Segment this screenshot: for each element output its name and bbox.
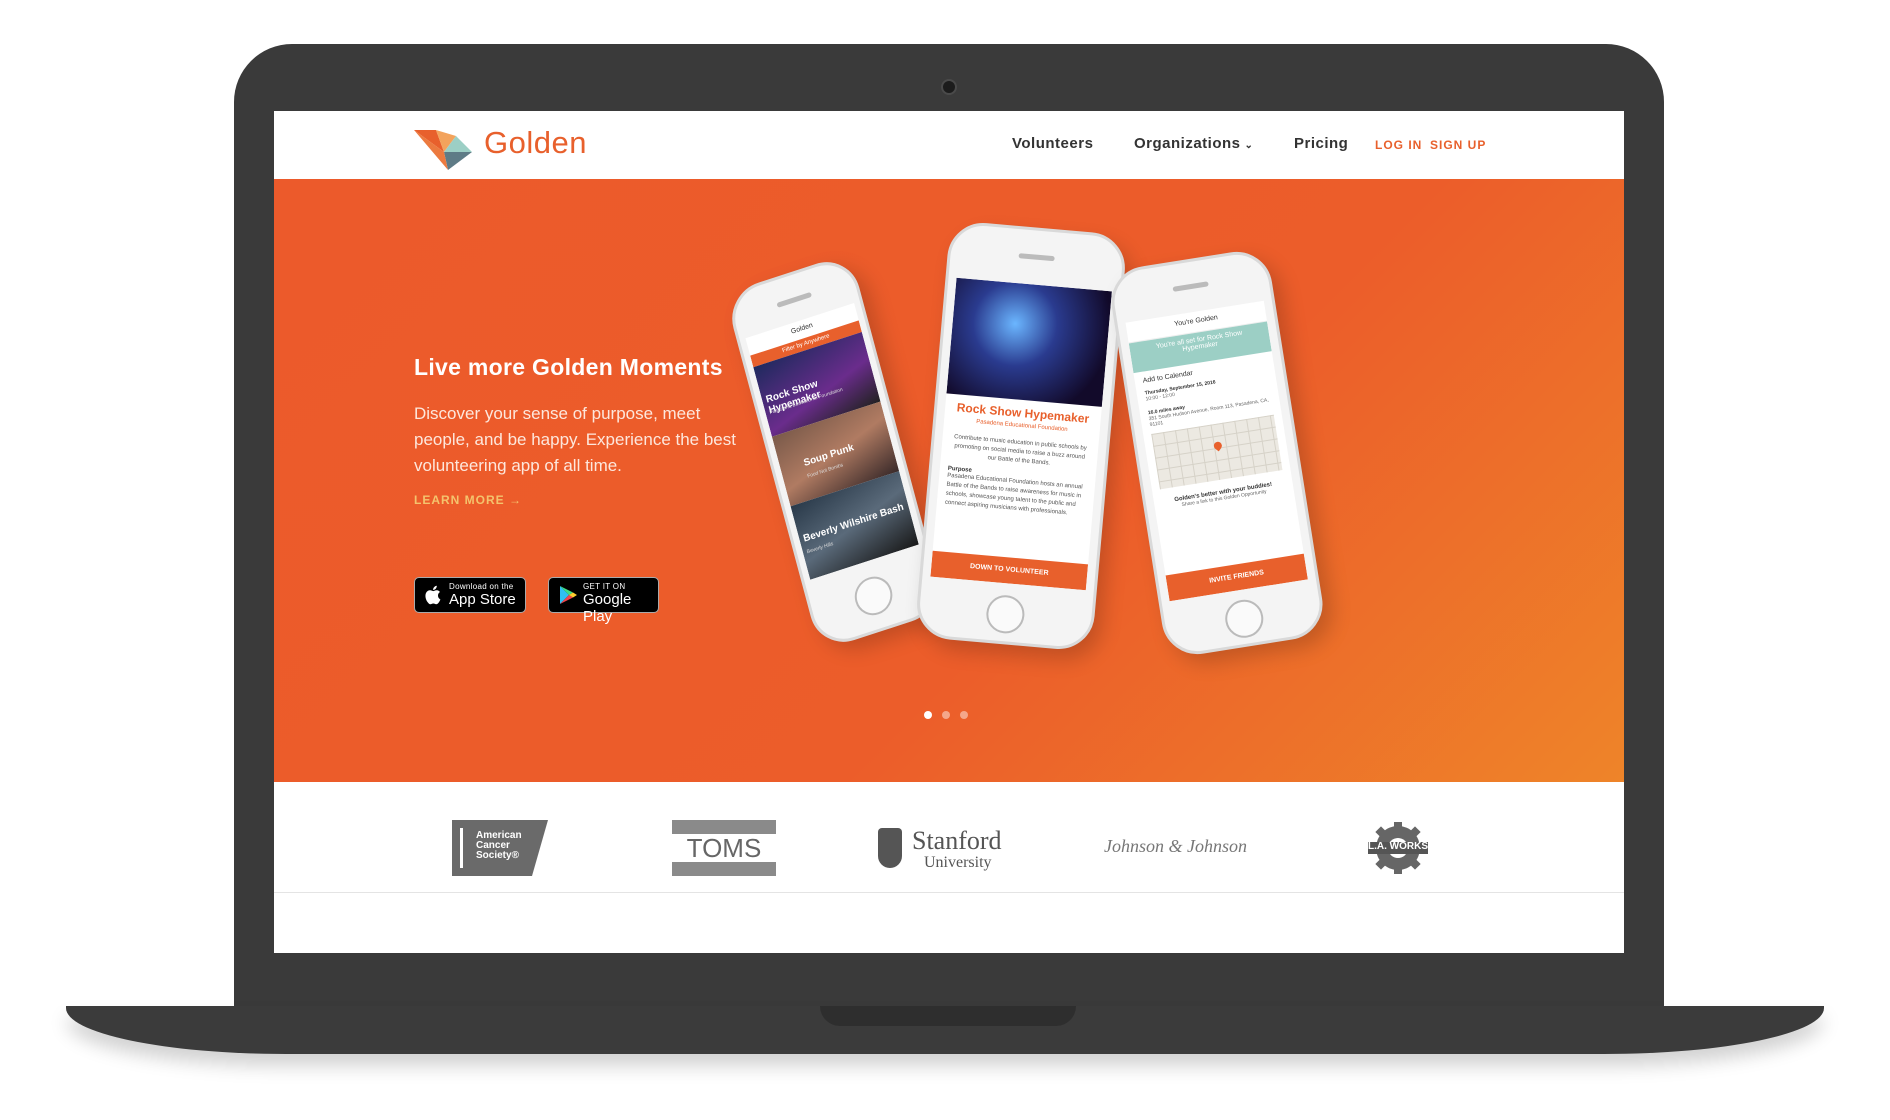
hero-description: Discover your sense of purpose, meet peo… <box>414 404 736 475</box>
hero-section: Live more Golden Moments Discover your s… <box>274 179 1624 782</box>
learn-more-link[interactable]: LEARN MORE → <box>414 493 522 507</box>
event-card-title: Beverly Wilshire Bash <box>802 501 905 545</box>
google-play-icon <box>560 586 577 604</box>
nav-pricing-link[interactable]: Pricing <box>1294 135 1348 152</box>
phone-home-button <box>984 593 1026 635</box>
golden-logo-icon[interactable] <box>414 130 474 172</box>
app-store-button[interactable]: Download on the App Store <box>414 577 526 613</box>
signup-link[interactable]: SIGN UP <box>1430 138 1486 152</box>
partner-logos-bar: American Cancer Society® TOMS Stanford U… <box>274 782 1624 893</box>
la-works-logo[interactable]: L.A. WORKS <box>1366 820 1430 876</box>
event-map[interactable] <box>1151 414 1283 490</box>
phone-home-button <box>1222 597 1267 641</box>
stanford-university-logo[interactable]: Stanford University <box>878 826 1018 872</box>
apple-icon <box>425 585 441 605</box>
nav-organizations-link[interactable]: Organizations ⌄ <box>1134 135 1253 152</box>
laptop-screen: Golden Volunteers Organizations ⌄ Pricing… <box>274 111 1624 953</box>
phone-right: You're Golden You're all set for Rock Sh… <box>1106 246 1328 660</box>
chevron-down-icon: ⌄ <box>1244 140 1254 151</box>
phone-home-button <box>850 571 897 621</box>
carousel-dot-1[interactable] <box>924 711 932 719</box>
carousel-dot-2[interactable] <box>942 711 950 719</box>
phone-middle: Rock Show Hypemaker Pasadena Educational… <box>914 220 1128 652</box>
phone-left-screen: Golden Filter by Anywhere Rock Show Hype… <box>745 302 919 580</box>
app-store-big-text: App Store <box>449 591 516 608</box>
phone-speaker <box>1172 281 1209 292</box>
nav-volunteers-link[interactable]: Volunteers <box>1012 135 1093 152</box>
event-hero-image <box>946 277 1112 407</box>
phone-right-screen: You're Golden You're all set for Rock Sh… <box>1125 300 1308 602</box>
event-summary: Contribute to music education in public … <box>953 434 1087 467</box>
acs-line-3: Society® <box>476 850 519 861</box>
phone-middle-screen: Rock Show Hypemaker Pasadena Educational… <box>930 277 1112 591</box>
event-card-title: Soup Punk <box>802 442 856 469</box>
google-play-small-text: GET IT ON <box>583 582 626 591</box>
stanford-logo-line2: University <box>924 854 992 871</box>
google-play-big-text: Google Play <box>583 591 632 625</box>
nav-organizations-label: Organizations <box>1134 135 1241 152</box>
stanford-tree-icon <box>878 828 902 868</box>
phone-left: Golden Filter by Anywhere Rock Show Hype… <box>724 252 946 652</box>
map-pin-icon <box>1212 440 1224 452</box>
google-play-button[interactable]: GET IT ON Google Play <box>548 577 659 625</box>
app-store-small-text: Download on the <box>449 582 514 591</box>
stanford-logo-line1: Stanford <box>912 826 1002 855</box>
event-card-org: Beverly Hills <box>806 541 835 556</box>
navbar: Golden Volunteers Organizations ⌄ Pricing… <box>274 111 1624 179</box>
brand-name[interactable]: Golden <box>484 125 587 161</box>
phone-speaker <box>776 291 813 308</box>
down-to-volunteer-button[interactable]: DOWN TO VOLUNTEER <box>930 550 1089 591</box>
login-link[interactable]: LOG IN <box>1375 138 1422 152</box>
carousel-dot-3[interactable] <box>960 711 968 719</box>
toms-logo[interactable]: TOMS <box>672 820 776 876</box>
laptop-camera <box>941 79 957 95</box>
laptop-base-notch <box>820 1006 1076 1026</box>
hero-title: Live more Golden Moments <box>414 354 723 380</box>
johnson-johnson-logo[interactable]: Johnson & Johnson <box>1104 836 1247 857</box>
la-works-text: L.A. WORKS <box>1368 841 1428 852</box>
american-cancer-society-logo[interactable]: American Cancer Society® <box>452 820 548 876</box>
toms-logo-text: TOMS <box>672 834 776 862</box>
invite-friends-button[interactable]: INVITE FRIENDS <box>1165 553 1308 602</box>
phone-speaker <box>1018 253 1055 262</box>
